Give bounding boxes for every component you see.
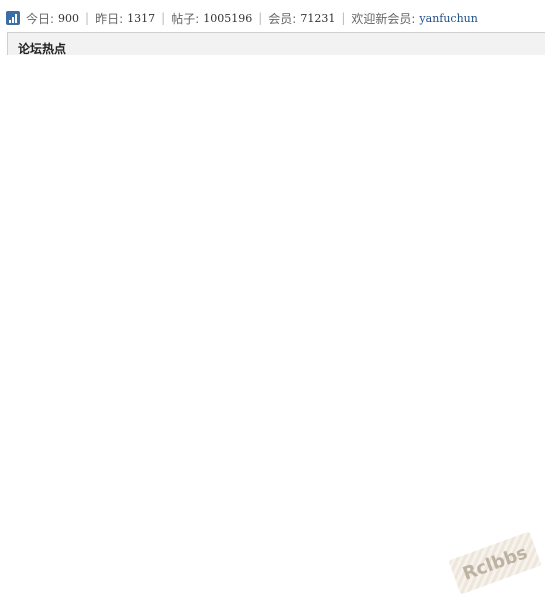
yesterday-value: 1317 [127,11,156,25]
new-member-label: 欢迎新会员: [351,11,416,26]
separator: | [85,11,90,25]
forum-hot-panel: 论坛热点 [7,32,545,56]
posts-value: 1005196 [203,11,253,25]
bar-chart-icon [6,11,20,25]
today-label: 今日: [26,11,55,26]
new-member-link[interactable]: yanfuchun [419,12,477,25]
members-value: 71231 [300,11,336,25]
separator: | [341,11,346,25]
separator: | [258,11,263,25]
members-label: 会员: [268,11,297,26]
yesterday-label: 昨日: [95,11,124,26]
watermark-text: Rclbbs [459,541,531,585]
posts-label: 帖子: [171,11,200,26]
panel-title: 论坛热点 [18,42,67,56]
separator: | [161,11,166,25]
watermark-stamp: Rclbbs [448,531,542,595]
today-value: 900 [58,11,80,25]
forum-stats-bar: 今日: 900 | 昨日: 1317 | 帖子: 1005196 | 会员: 7… [6,9,478,27]
